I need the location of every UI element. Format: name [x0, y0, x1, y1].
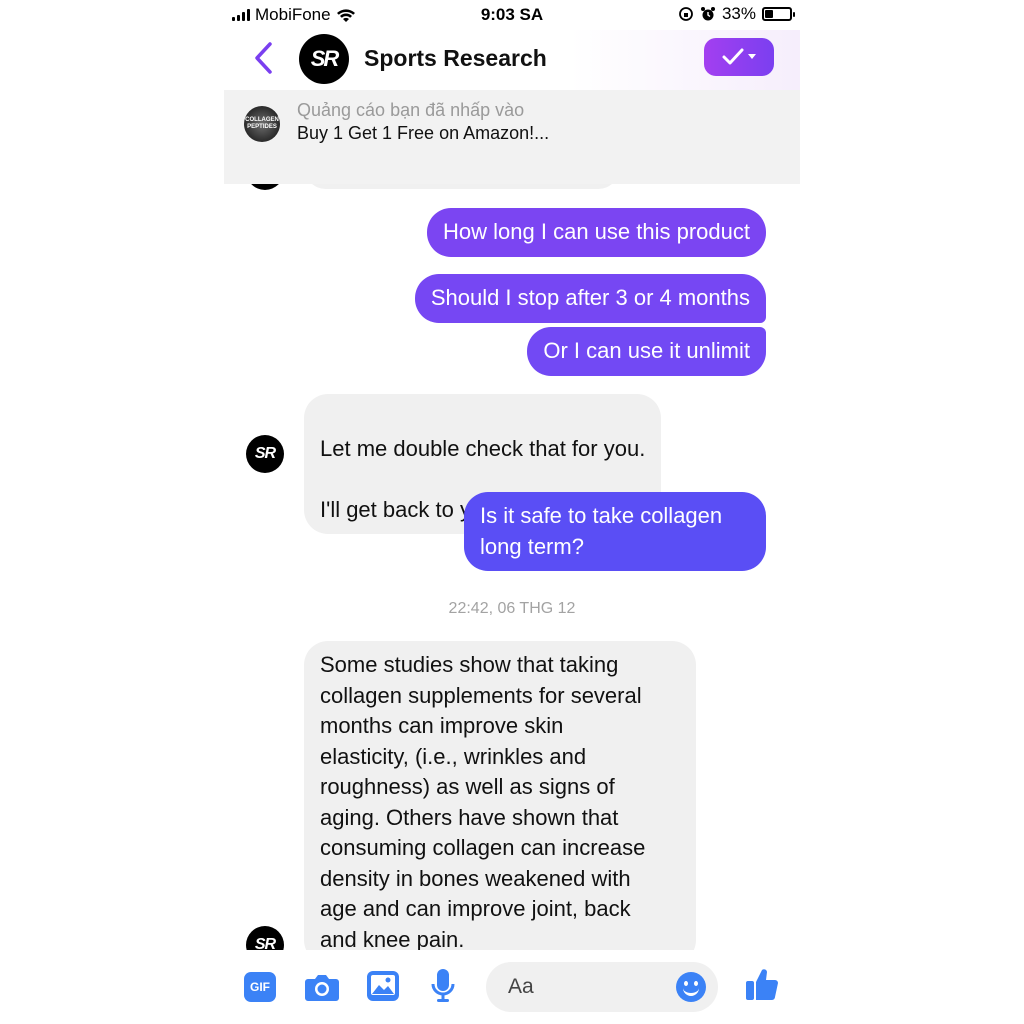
ad-title: Buy 1 Get 1 Free on Amazon!...: [297, 123, 550, 143]
page-avatar[interactable]: SR: [299, 34, 349, 84]
sender-avatar: SR: [246, 926, 284, 950]
incoming-message-line: Let me double check that for you.: [320, 435, 646, 461]
status-bar: MobiFone 9:03 SA 33%: [224, 0, 800, 30]
sender-avatar: [246, 184, 284, 190]
conversation-title[interactable]: Sports Research: [364, 45, 547, 72]
message-input[interactable]: Aa: [486, 962, 718, 1012]
thumbs-up-icon[interactable]: [744, 966, 780, 1002]
message-input-placeholder: Aa: [508, 975, 534, 998]
status-right-group: 33%: [678, 4, 795, 24]
ad-thumb-line: COLLAGEN: [245, 117, 279, 123]
gif-button[interactable]: GIF: [244, 972, 276, 1002]
messenger-screen: MobiFone 9:03 SA 33% SR Sports Research …: [224, 0, 800, 1024]
message-list[interactable]: How long I can use this product Should I…: [224, 184, 800, 950]
battery-percent: 33%: [721, 4, 756, 23]
ad-banner[interactable]: COLLAGEN PEPTIDES Quảng cáo bạn đã nhấp …: [224, 90, 800, 184]
caret-down-icon: [748, 54, 756, 59]
mark-done-button[interactable]: [704, 38, 774, 76]
checkmark-icon: [722, 48, 744, 65]
camera-icon[interactable]: [304, 972, 340, 1002]
battery-icon: [762, 7, 795, 21]
conversation-header: SR Sports Research: [224, 30, 800, 90]
back-chevron-icon[interactable]: [252, 40, 276, 76]
microphone-icon[interactable]: [430, 968, 456, 1004]
ad-thumbnail: COLLAGEN PEPTIDES: [244, 106, 280, 142]
outgoing-message[interactable]: Should I stop after 3 or 4 months: [414, 274, 766, 323]
outgoing-message[interactable]: How long I can use this product: [427, 208, 766, 257]
incoming-message[interactable]: Some studies show that taking collagen s…: [304, 641, 696, 950]
photo-gallery-icon[interactable]: [366, 970, 400, 1002]
orientation-lock-icon: [679, 7, 693, 21]
sender-avatar: SR: [246, 435, 284, 473]
ad-thumb-line: PEPTIDES: [247, 124, 277, 130]
ad-subtitle: Quảng cáo bạn đã nhấp vào: [297, 100, 525, 120]
message-timestamp: 22:42, 06 THG 12: [448, 600, 576, 617]
composer-bar: GIF Aa: [224, 950, 800, 1024]
emoji-icon[interactable]: [676, 972, 706, 1002]
incoming-message-partial: [304, 184, 620, 189]
outgoing-message[interactable]: Or I can use it unlimit: [527, 327, 766, 376]
outgoing-message[interactable]: Is it safe to take collagen long term?: [464, 492, 766, 571]
alarm-icon: [700, 7, 715, 21]
